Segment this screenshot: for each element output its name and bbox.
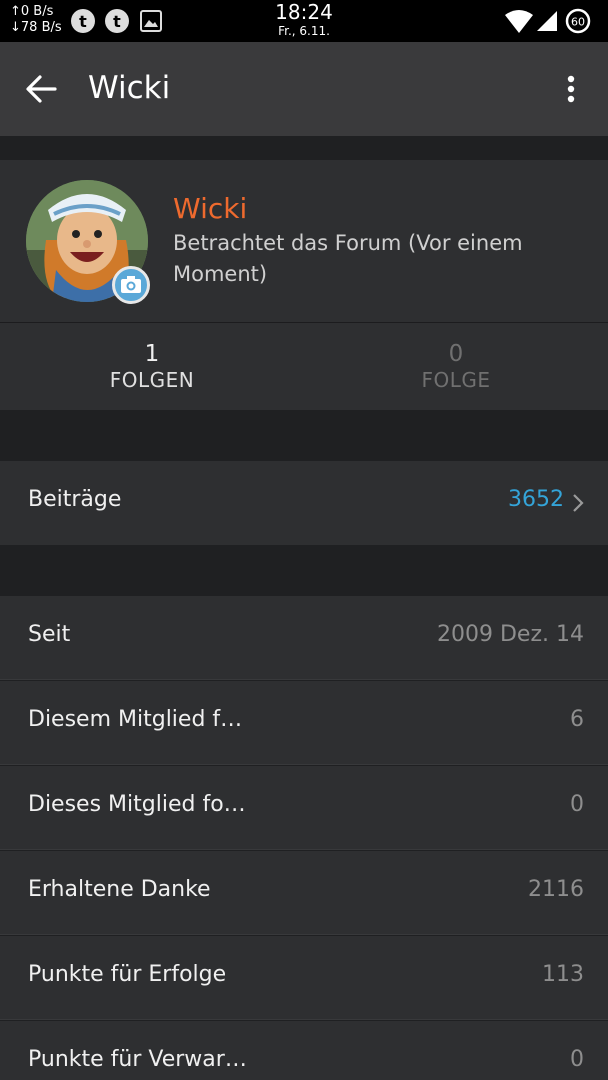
stat-label: Diesem Mitglied f… <box>28 707 243 732</box>
following-count: 0 <box>448 341 464 367</box>
divider <box>0 934 608 935</box>
posts-label: Beiträge <box>28 487 122 512</box>
stat-value: 2116 <box>528 877 584 902</box>
app-bar: Wicki <box>0 42 608 136</box>
section-gap <box>0 410 608 461</box>
stat-row-achievements: Punkte für Erfolge 113 <box>0 936 608 1020</box>
wifi-icon <box>505 10 533 33</box>
stat-label: Seit <box>28 622 71 647</box>
stat-value: 0 <box>570 1047 584 1072</box>
stat-value: 6 <box>570 707 584 732</box>
stat-label: Punkte für Verwar… <box>28 1047 247 1072</box>
section-gap <box>0 136 608 160</box>
stat-label: Dieses Mitglied fo… <box>28 792 246 817</box>
followers-label: FOLGEN <box>109 368 195 392</box>
arrow-back-icon[interactable] <box>24 73 58 105</box>
status-bar: ↑0 B/s ↓78 B/s t t 18:24 Fr., 6.11. 60 <box>0 0 608 42</box>
change-photo-button[interactable] <box>112 266 150 304</box>
more-vert-icon[interactable] <box>560 74 582 104</box>
stat-row-since: Seit 2009 Dez. 14 <box>0 596 608 680</box>
profile-status: Betrachtet das Forum (Vor einem Moment) <box>173 231 523 286</box>
divider <box>0 849 608 850</box>
followers-count: 1 <box>144 341 160 367</box>
followers-tab[interactable]: 1 FOLGEN <box>0 341 304 393</box>
chevron-right-icon <box>573 494 584 512</box>
stat-row-thanks: Erhaltene Danke 2116 <box>0 851 608 935</box>
stat-value: 2009 Dez. 14 <box>437 622 584 647</box>
posts-row[interactable]: Beiträge 3652 <box>0 461 608 545</box>
stat-value: 113 <box>542 962 584 987</box>
follow-stats: 1 FOLGEN 0 FOLGE <box>0 322 608 410</box>
stat-row-followers: Dieses Mitglied fo… 0 <box>0 766 608 850</box>
following-label: FOLGE <box>421 368 491 392</box>
following-tab[interactable]: 0 FOLGE <box>304 341 608 393</box>
page-title: Wicki <box>88 70 171 106</box>
battery-icon: 60 <box>565 8 591 34</box>
stat-value: 0 <box>570 792 584 817</box>
stat-label: Erhaltene Danke <box>28 877 211 902</box>
stat-row-following: Diesem Mitglied f… 6 <box>0 681 608 765</box>
posts-count: 3652 <box>508 487 564 512</box>
stat-row-warnings: Punkte für Verwar… 0 <box>0 1021 608 1080</box>
battery-level: 60 <box>571 16 585 29</box>
stat-label: Punkte für Erfolge <box>28 962 227 987</box>
section-gap <box>0 545 608 596</box>
camera-icon <box>121 276 141 293</box>
profile-name: Wicki <box>173 192 248 225</box>
profile-header: Wicki Betrachtet das Forum (Vor einem Mo… <box>0 160 608 322</box>
divider <box>0 1019 608 1020</box>
signal-icon <box>537 11 557 31</box>
divider <box>0 764 608 765</box>
divider <box>0 679 608 680</box>
